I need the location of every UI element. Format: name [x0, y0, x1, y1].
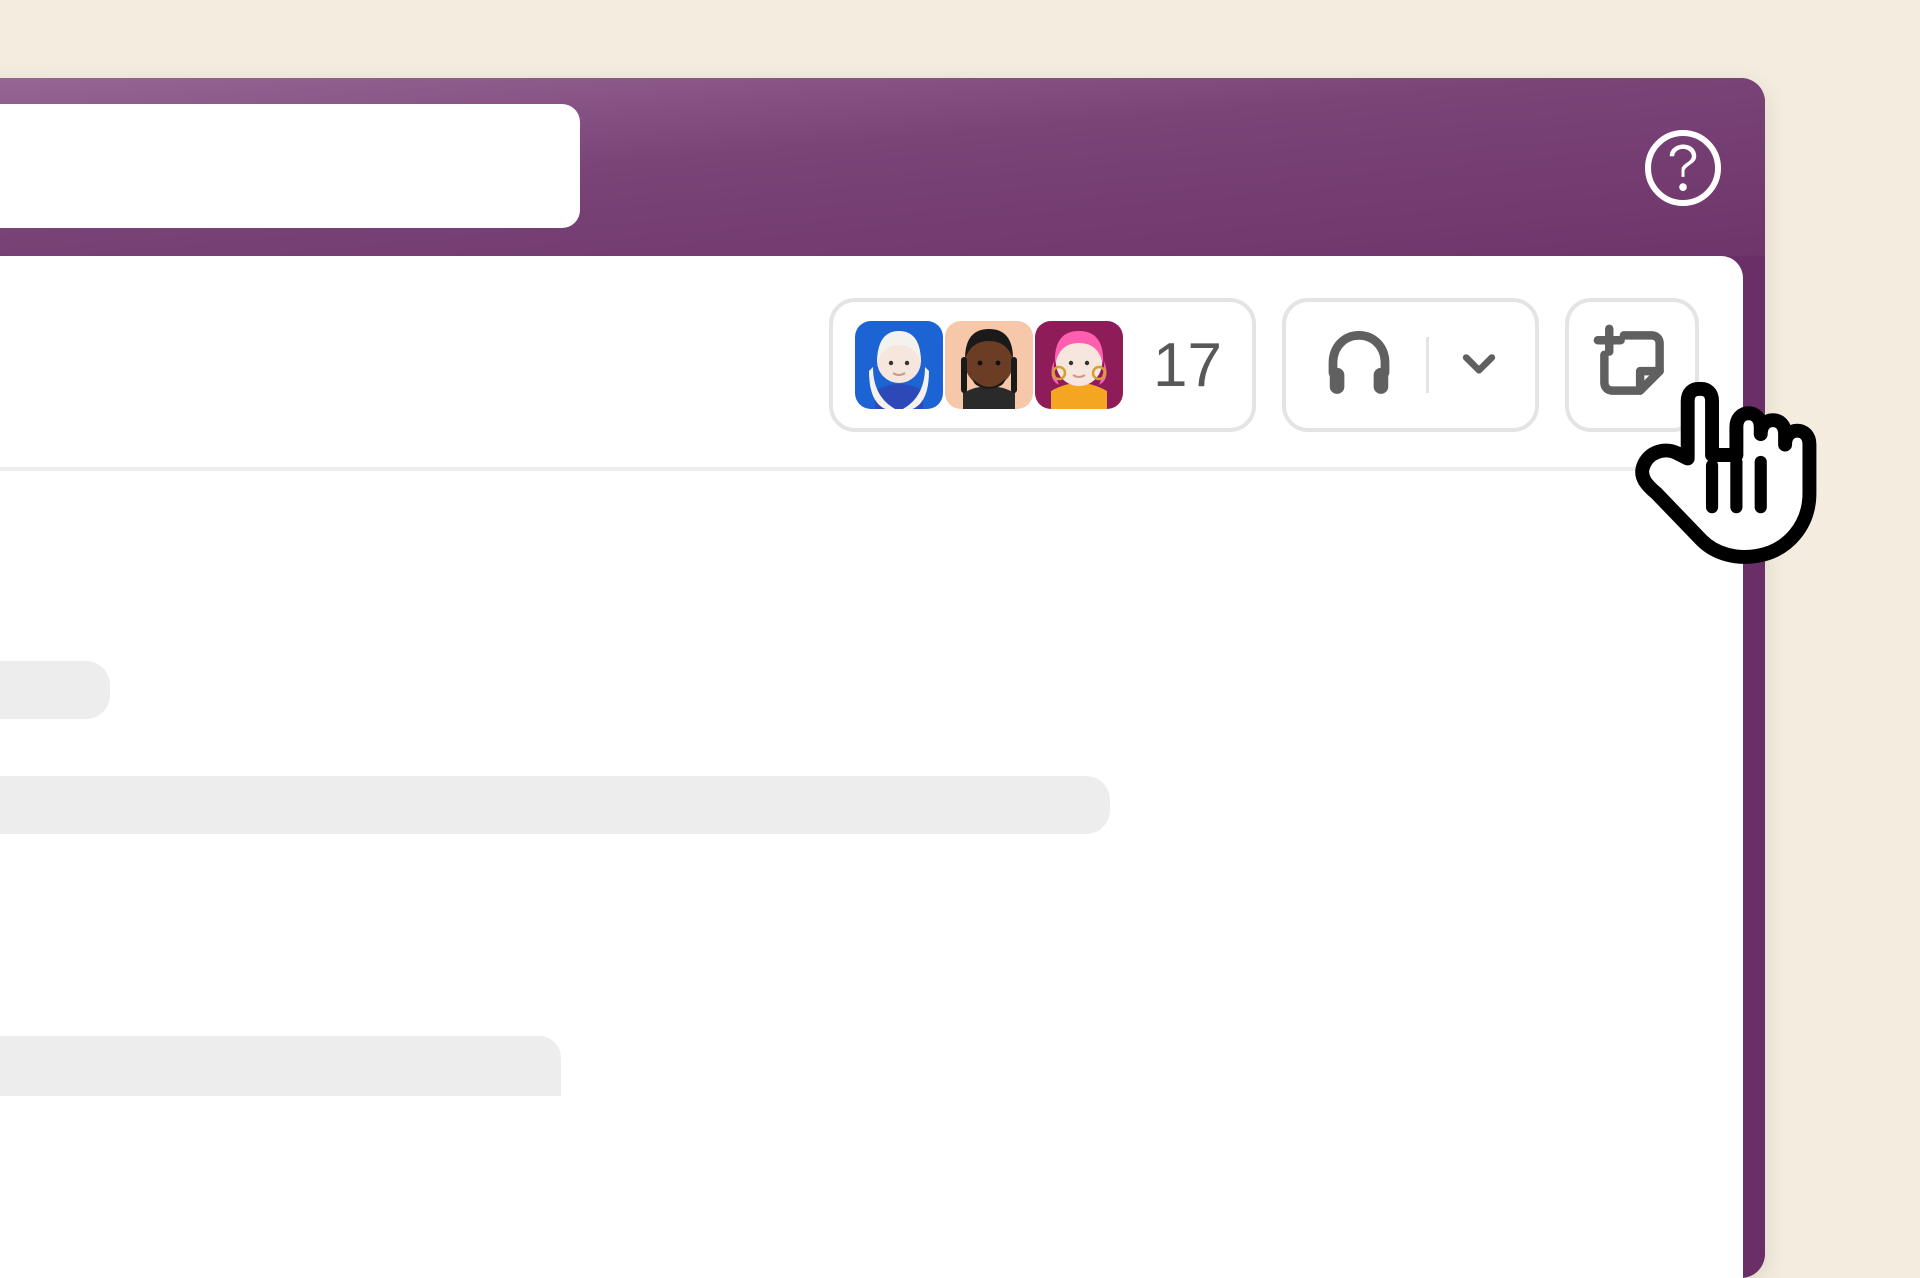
skeleton-line: [0, 776, 1110, 834]
add-canvas-button[interactable]: [1565, 298, 1699, 432]
skeleton-line: [0, 1036, 561, 1096]
headphones-icon: [1320, 324, 1398, 407]
titlebar: [0, 78, 1765, 256]
add-canvas-icon: [1593, 324, 1671, 407]
chevron-down-icon: [1457, 341, 1501, 390]
avatar-stack: [855, 321, 1125, 409]
members-button[interactable]: 17: [829, 298, 1256, 432]
divider: [1426, 337, 1429, 393]
skeleton-line: [0, 661, 110, 719]
member-avatar-2: [945, 321, 1033, 409]
help-button[interactable]: [1645, 130, 1721, 206]
channel-header: 17: [0, 256, 1743, 471]
app-window: 17: [0, 78, 1765, 1278]
content-pane: 17: [0, 256, 1743, 1278]
search-input[interactable]: [0, 104, 580, 228]
help-icon: [1665, 143, 1701, 193]
member-avatar-1: [855, 321, 943, 409]
header-actions: 17: [829, 298, 1699, 432]
huddle-button[interactable]: [1282, 298, 1539, 432]
member-avatar-3: [1035, 321, 1123, 409]
member-count: 17: [1153, 330, 1222, 401]
